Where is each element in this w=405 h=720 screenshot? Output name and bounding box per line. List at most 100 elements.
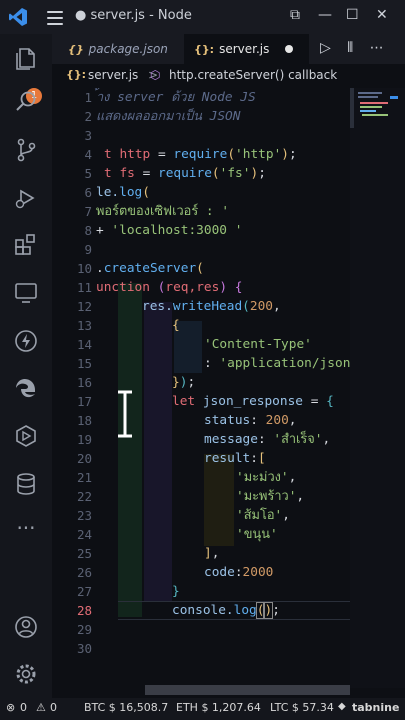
minimap-marker	[390, 96, 398, 99]
tab-actions: ▷ ⫴ ⋯	[320, 40, 384, 56]
code-line-26: code:2000	[204, 565, 274, 580]
line-number: 12	[76, 299, 92, 314]
line-number: 7	[84, 204, 92, 219]
tabnine-label[interactable]: tabnine	[352, 701, 399, 714]
line-number: 3	[84, 128, 92, 143]
minimap-line	[358, 92, 382, 94]
eth-price[interactable]: ETH $ 1,207.64	[176, 701, 261, 714]
remote-explorer-icon[interactable]	[13, 280, 39, 306]
json-file-icon: {}	[68, 43, 84, 56]
js-file-icon: {}:	[66, 68, 87, 81]
breadcrumb: {}: server.js > ⬡ http.createServer() ca…	[52, 64, 405, 88]
line-number: 27	[76, 584, 92, 599]
minimize-button[interactable]: —	[318, 7, 332, 23]
window-title: ● server.js - Node	[75, 8, 192, 23]
extensions-icon[interactable]	[13, 232, 39, 258]
code-line-28: console.log();	[172, 602, 280, 619]
line-number: 2	[84, 109, 92, 124]
code-line-18: status: 200,	[204, 413, 297, 428]
source-control-icon[interactable]	[13, 137, 39, 163]
line-number: 16	[76, 375, 92, 390]
edge-icon[interactable]	[13, 376, 39, 402]
line-number: 15	[76, 356, 92, 371]
minimap-slider[interactable]	[350, 88, 354, 128]
more-icon[interactable]: ···	[13, 518, 39, 544]
code-line-20: result:[	[204, 451, 266, 466]
cube-icon[interactable]	[13, 423, 39, 449]
code-editor[interactable]: 1 2 3 4 5 6 7 8 9 10 11 12 13 14 15 16 1…	[52, 88, 350, 680]
horizontal-scrollbar[interactable]	[145, 685, 350, 695]
code-line-27: }	[172, 584, 180, 599]
status-bar: ⊗ 0 ⚠ 0 BTC $ 16,508.7 ETH $ 1,207.64 LT…	[0, 698, 405, 720]
editor-tabs: {} package.json {}: server.js ▷ ⫴ ⋯	[52, 34, 405, 66]
code-line-7: พอร์ตของเซิฟเวอร์ : '	[96, 204, 230, 219]
run-icon[interactable]: ▷	[320, 40, 331, 56]
close-button[interactable]: ✕	[376, 7, 388, 23]
minimap-line	[360, 102, 388, 104]
breadcrumb-file[interactable]: server.js	[88, 68, 138, 82]
line-number: 29	[76, 622, 92, 637]
ltc-price[interactable]: LTC $ 57.34	[270, 701, 334, 714]
code-line-16: });	[172, 375, 196, 390]
minimap-line	[358, 96, 378, 98]
code-comment: ้าง server ด้วย Node JS	[96, 90, 256, 105]
btc-price[interactable]: BTC $ 16,508.7	[84, 701, 168, 714]
minimap-line	[360, 106, 382, 108]
code-line-6: le.log(	[96, 185, 150, 200]
code-area[interactable]: ้าง server ด้วย Node JS แสดงผลออกมาเป็น …	[96, 88, 350, 680]
code-line-14: 'Content-Type'	[204, 337, 312, 352]
tab-package-json[interactable]: {} package.json	[58, 34, 168, 64]
breadcrumb-symbol[interactable]: http.createServer() callback	[169, 68, 337, 82]
code-line-17: let json_response = {	[172, 394, 334, 409]
minimap[interactable]	[350, 88, 405, 688]
code-line-12: res.writeHead(200,	[142, 299, 281, 314]
line-number: 9	[84, 242, 92, 257]
error-icon[interactable]: ⊗	[6, 701, 15, 714]
unsaved-dot-icon[interactable]	[285, 45, 293, 53]
run-debug-icon[interactable]	[13, 185, 39, 211]
settings-gear-icon[interactable]	[13, 661, 39, 687]
line-number: 30	[76, 641, 92, 656]
line-number: 17	[76, 394, 92, 409]
split-editor-icon[interactable]: ⫴	[347, 40, 353, 56]
code-comment: แสดงผลออกมาเป็น JSON	[96, 109, 241, 124]
code-line-8: + 'localhost:3000 '	[96, 223, 243, 238]
line-number: 18	[76, 413, 92, 428]
vscode-logo-icon	[8, 7, 28, 31]
line-number: 24	[76, 527, 92, 542]
title-bar: ● server.js - Node ⧉ — ☐ ✕	[0, 0, 405, 34]
more-actions-icon[interactable]: ⋯	[370, 40, 384, 56]
account-icon[interactable]	[13, 614, 39, 640]
line-number: 8	[84, 223, 92, 238]
line-number: 10	[76, 261, 92, 276]
warning-icon[interactable]: ⚠	[36, 701, 46, 714]
line-number: 14	[76, 337, 92, 352]
tabnine-icon: ◆	[338, 701, 346, 712]
line-number: 4	[84, 147, 92, 162]
line-number: 5	[84, 166, 92, 181]
activity-bar: 1 ···	[0, 34, 52, 698]
database-icon[interactable]	[13, 471, 39, 497]
line-number: 26	[76, 565, 92, 580]
layout-icon[interactable]: ⧉	[290, 7, 300, 23]
line-number: 25	[76, 546, 92, 561]
minimap-line	[360, 110, 376, 112]
menu-icon[interactable]	[47, 11, 63, 29]
line-number: 20	[76, 451, 92, 466]
code-line-21: 'มะม่วง',	[236, 470, 297, 485]
search-icon[interactable]	[13, 89, 39, 115]
tab-server-js[interactable]: {}: server.js	[184, 34, 309, 66]
error-count[interactable]: 0	[20, 701, 27, 714]
explorer-icon[interactable]	[13, 46, 39, 72]
code-line-23: 'ส้มโอ',	[236, 508, 290, 523]
line-number-gutter: 1 2 3 4 5 6 7 8 9 10 11 12 13 14 15 16 1…	[52, 88, 96, 680]
code-line-24: 'ขนุน'	[236, 527, 278, 542]
lightning-icon[interactable]	[13, 328, 39, 354]
js-file-icon: {}:	[194, 43, 215, 56]
code-line-5: t fs = require('fs');	[104, 166, 266, 181]
line-number: 6	[84, 185, 92, 200]
tab-label: server.js	[219, 42, 270, 56]
line-number: 23	[76, 508, 92, 523]
warning-count[interactable]: 0	[50, 701, 57, 714]
maximize-button[interactable]: ☐	[346, 7, 359, 23]
